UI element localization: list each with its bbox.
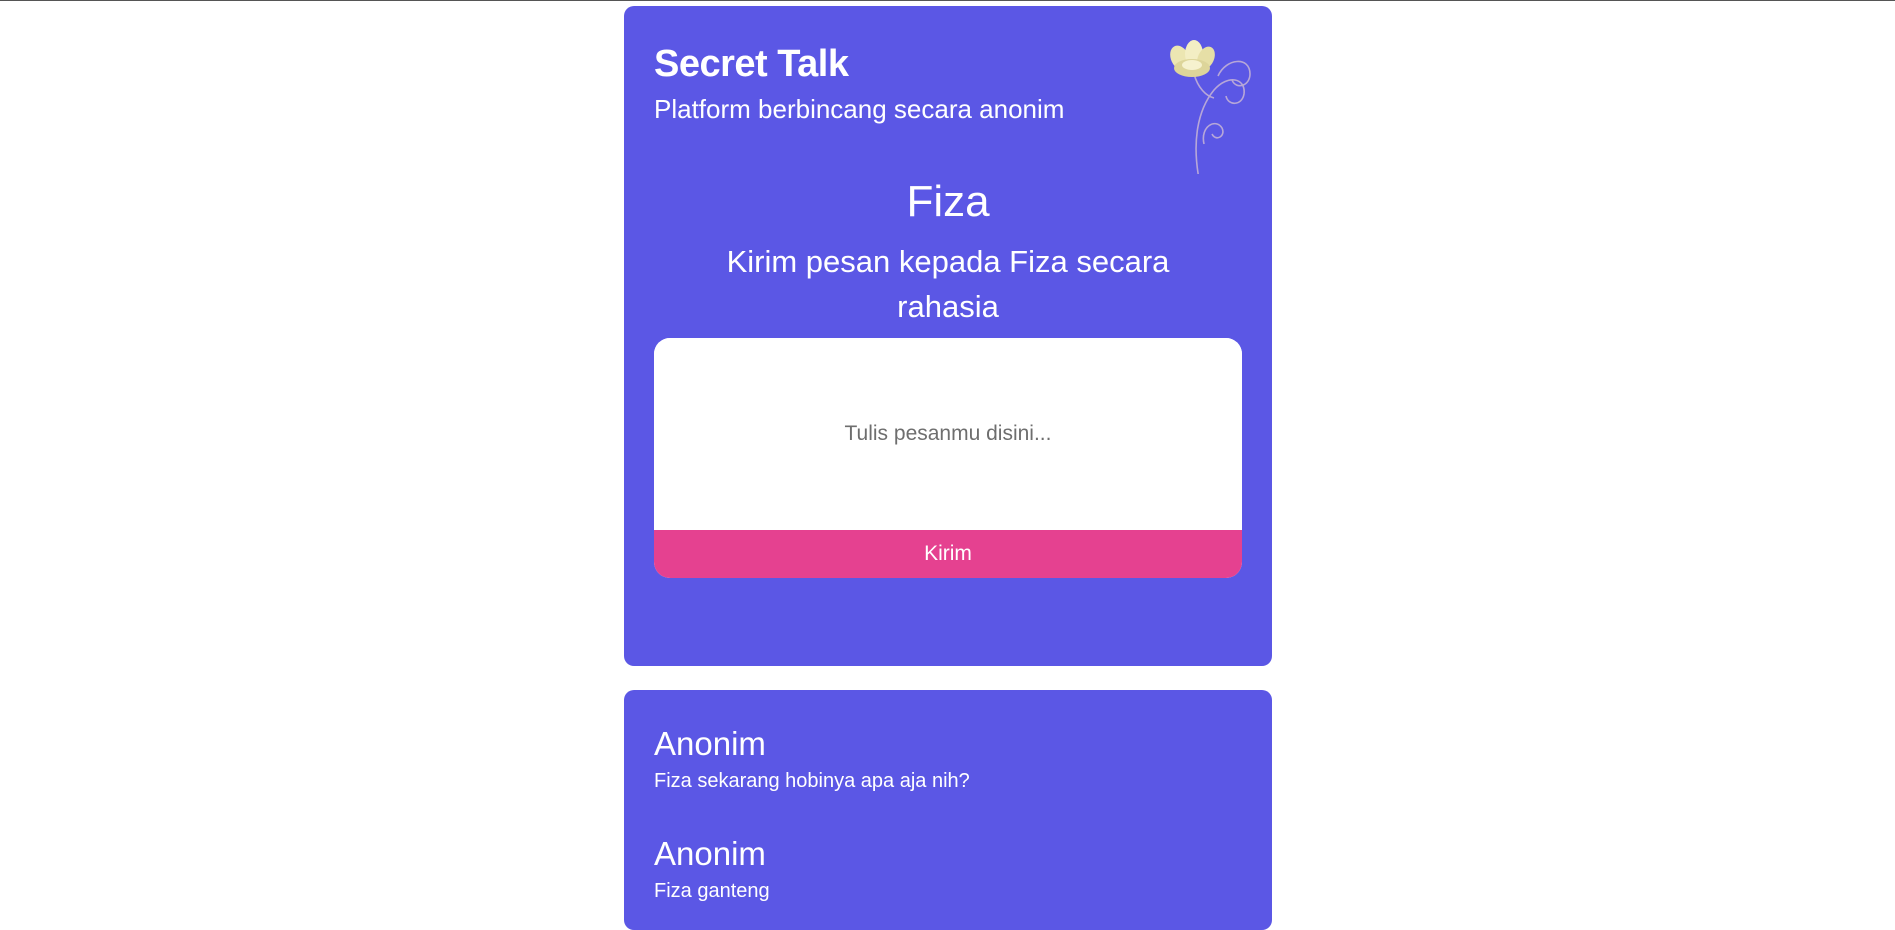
message-input[interactable] (654, 338, 1242, 530)
flower-icon (1170, 40, 1251, 174)
send-message-card: Secret Talk Platform berbincang secara a… (624, 6, 1272, 666)
messages-card: Anonim Fiza sekarang hobinya apa aja nih… (624, 690, 1272, 930)
message-text: Fiza ganteng (654, 879, 770, 902)
message-item: Anonim Fiza ganteng (654, 834, 1242, 904)
brand-subtitle: Platform berbincang secara anonim (654, 94, 1065, 124)
brand-title: Secret Talk (654, 43, 849, 85)
top-border (0, 0, 1895, 1)
message-form: Kirim (654, 338, 1242, 578)
message-text: Fiza sekarang hobinya apa aja nih? (654, 769, 970, 792)
message-item: Anonim Fiza sekarang hobinya apa aja nih… (654, 724, 1242, 794)
recipient-name: Fiza (906, 177, 990, 226)
message-author: Anonim (654, 725, 766, 762)
message-author: Anonim (654, 835, 766, 872)
send-prompt: Kirim pesan kepada Fiza secara rahasia (726, 244, 1170, 324)
send-button[interactable]: Kirim (654, 530, 1242, 578)
